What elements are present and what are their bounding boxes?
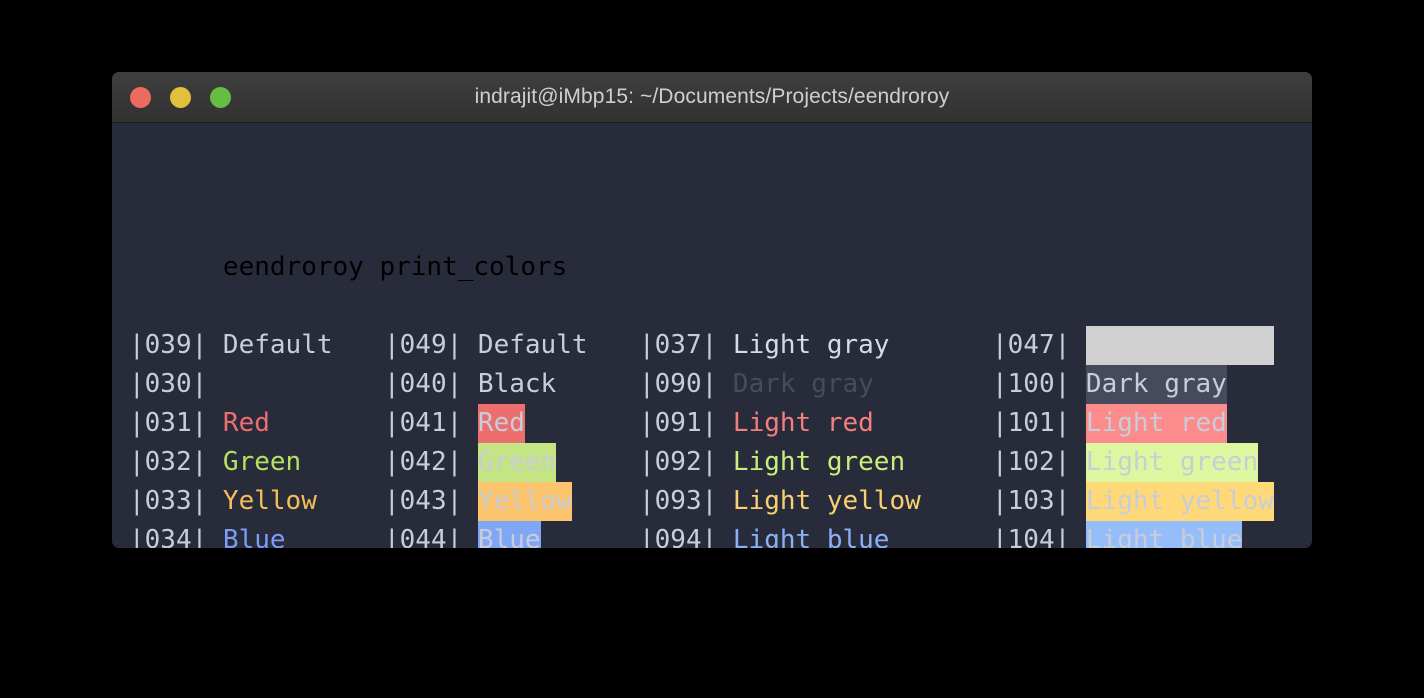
terminal-window: indrajit@iMbp15: ~/Documents/Projects/ee…: [112, 72, 1312, 548]
color-swatch-label: Light yellow: [1085, 482, 1274, 521]
color-swatch-label: Light red: [1085, 404, 1227, 443]
color-code: |049|: [384, 330, 478, 360]
color-code: |104|: [992, 525, 1086, 548]
color-entry: |092| Light green: [639, 443, 992, 482]
window-title: indrajit@iMbp15: ~/Documents/Projects/ee…: [474, 85, 950, 108]
title-bar[interactable]: indrajit@iMbp15: ~/Documents/Projects/ee…: [112, 72, 1312, 123]
color-code: |044|: [384, 525, 478, 548]
table-row: |034| Blue |044| Blue |094| Light blue |104…: [112, 521, 1312, 548]
color-code: |094|: [639, 525, 733, 548]
color-entry: |101| Light red: [992, 404, 1312, 443]
color-entry: |049| Default: [384, 326, 639, 365]
color-swatch-label: Yellow: [477, 482, 572, 521]
color-code: |100|: [992, 369, 1086, 399]
color-entry: |042| Green: [384, 443, 639, 482]
color-swatch-label: Yellow: [222, 486, 317, 516]
color-swatch-label: Default: [477, 330, 588, 360]
color-entry: |090| Dark gray: [639, 365, 992, 404]
color-swatch-label: Light blue: [732, 525, 890, 548]
color-code: |091|: [639, 408, 733, 438]
color-code: |039|: [129, 330, 223, 360]
color-entry: |033| Yellow: [129, 482, 384, 521]
color-swatch-label: Dark gray: [1085, 365, 1227, 404]
color-code: |032|: [129, 447, 223, 477]
color-entry: |100| Dark gray: [992, 365, 1312, 404]
color-entry: |041| Red: [384, 404, 639, 443]
minimize-button[interactable]: [170, 86, 191, 108]
color-code: |047|: [992, 330, 1086, 360]
color-swatch-label: Default: [222, 330, 333, 360]
shell-prompt: eendroroy: [222, 252, 364, 282]
color-entry: |044| Blue: [384, 521, 639, 548]
color-code: |092|: [639, 447, 733, 477]
color-swatch-label: Light yellow: [732, 486, 921, 516]
color-code: |042|: [384, 447, 478, 477]
color-entry: |091| Light red: [639, 404, 992, 443]
color-entry: |047|: [992, 326, 1312, 365]
table-row: |032| Green |042| Green |092| Light green |…: [112, 443, 1312, 482]
color-swatch-label: Light blue: [1085, 521, 1243, 548]
color-code: |033|: [129, 486, 223, 516]
color-entry: |102| Light green: [992, 443, 1312, 482]
color-swatch-label: Green: [477, 443, 557, 482]
color-swatch-label: Blue: [222, 525, 286, 548]
color-entry: |040| Black: [384, 365, 639, 404]
color-swatch-label: Light green: [1085, 443, 1259, 482]
table-row: |030| |040| Black |090| Dark gray |100| Da…: [112, 365, 1312, 404]
table-row: |033| Yellow |043| Yellow |093| Light yell…: [112, 482, 1312, 521]
color-code: |034|: [129, 525, 223, 548]
color-swatch-label: [1085, 326, 1274, 365]
color-code: |040|: [384, 369, 478, 399]
color-code: |031|: [129, 408, 223, 438]
color-code: |043|: [384, 486, 478, 516]
color-code: |037|: [639, 330, 733, 360]
command-line: eendroroy print_colors: [112, 209, 1312, 282]
color-entry: |043| Yellow: [384, 482, 639, 521]
color-entry: |093| Light yellow: [639, 482, 992, 521]
color-code: |101|: [992, 408, 1086, 438]
terminal-body[interactable]: eendroroy print_colors |039| Default |049…: [112, 123, 1312, 548]
close-button[interactable]: [130, 86, 151, 108]
color-swatch-label: Green: [222, 447, 302, 477]
color-entry: |031| Red: [129, 404, 384, 443]
color-code: |090|: [639, 369, 733, 399]
maximize-button[interactable]: [210, 86, 231, 108]
table-row: |031| Red |041| Red |091| Light red |101| L…: [112, 404, 1312, 443]
color-swatch-label: Light green: [732, 447, 906, 477]
color-entry: |034| Blue: [129, 521, 384, 548]
color-swatch-label: Light gray: [732, 330, 890, 360]
color-entry: |032| Green: [129, 443, 384, 482]
color-code: |093|: [639, 486, 733, 516]
color-table: |039| Default |049| Default |037| Light gr…: [112, 326, 1312, 548]
color-entry: |103| Light yellow: [992, 482, 1312, 521]
color-swatch-label: Dark gray: [732, 369, 874, 399]
color-swatch-label: Red: [222, 408, 270, 438]
color-entry: |104| Light blue: [992, 521, 1312, 548]
color-swatch-label: Light red: [732, 408, 874, 438]
color-swatch-label: Black: [477, 365, 557, 404]
color-code: |103|: [992, 486, 1086, 516]
shell-command: print_colors: [379, 252, 568, 282]
color-entry: |094| Light blue: [639, 521, 992, 548]
color-entry: |037| Light gray: [639, 326, 992, 365]
color-entry: |039| Default: [129, 326, 384, 365]
color-code: |102|: [992, 447, 1086, 477]
color-swatch-label: Red: [477, 404, 525, 443]
color-swatch-label: Blue: [477, 521, 541, 548]
window-controls: [130, 72, 231, 122]
table-row: |039| Default |049| Default |037| Light gr…: [112, 326, 1312, 365]
color-entry: |030|: [129, 365, 384, 404]
color-code: |041|: [384, 408, 478, 438]
color-code: |030|: [129, 369, 223, 399]
